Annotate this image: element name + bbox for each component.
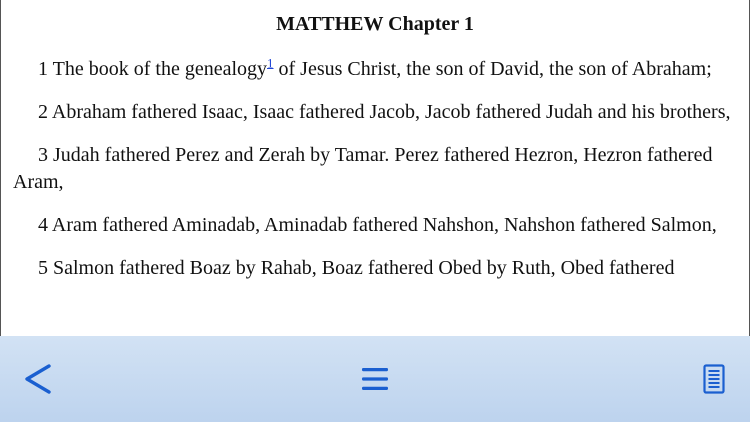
verse-1: 1 The book of the genealogy1 of Jesus Ch… bbox=[1, 56, 749, 83]
back-button[interactable] bbox=[6, 336, 70, 422]
reader-content[interactable]: MATTHEW Chapter 1 1 The book of the gene… bbox=[0, 0, 750, 336]
verse-4: 4 Aram fathered Aminadab, Aminadab fathe… bbox=[38, 214, 717, 236]
chapter-title: MATTHEW Chapter 1 bbox=[276, 13, 474, 35]
menu-button[interactable] bbox=[343, 336, 407, 422]
verse-text: of Jesus Christ, the son of David, the s… bbox=[273, 58, 712, 80]
document-icon bbox=[703, 364, 725, 394]
menu-icon bbox=[362, 368, 388, 390]
verse-list: 1 The book of the genealogy1 of Jesus Ch… bbox=[1, 56, 749, 282]
bottom-toolbar bbox=[0, 336, 750, 422]
verse-2: 2 Abraham fathered Isaac, Isaac fathered… bbox=[38, 101, 731, 123]
verse-text: 1 The book of the genealogy bbox=[38, 58, 268, 80]
notes-button[interactable] bbox=[682, 336, 746, 422]
verse-5: 5 Salmon fathered Boaz by Rahab, Boaz fa… bbox=[38, 257, 675, 279]
chevron-left-icon bbox=[25, 364, 51, 394]
verse-3: 3 Judah fathered Perez and Zerah by Tama… bbox=[13, 144, 713, 193]
